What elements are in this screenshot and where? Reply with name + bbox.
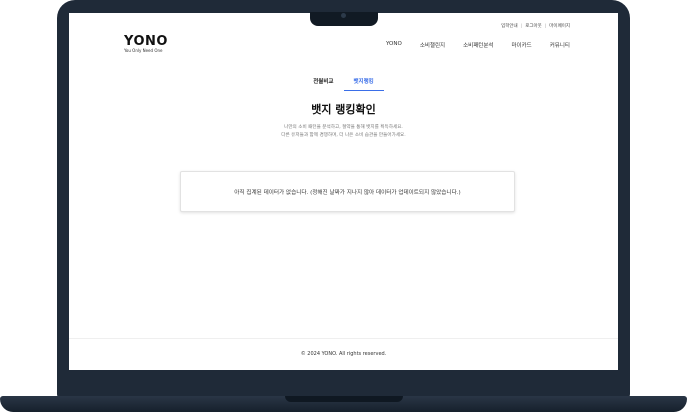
copyright-text: © 2024 YONO. All rights reserved. — [300, 351, 387, 357]
site-logo[interactable]: YONO You Only Need One — [124, 35, 168, 53]
page-footer: © 2024 YONO. All rights reserved. — [69, 338, 618, 370]
nav-item-mycard[interactable]: 마이카드 — [512, 41, 532, 49]
empty-state-card: 아직 집계된 데이터가 없습니다. (정해진 날짜가 지나지 않아 데이터가 업… — [180, 171, 515, 212]
nav-item-challenge[interactable]: 소비챌린지 — [420, 41, 445, 49]
nav-item-analysis[interactable]: 소비패턴분석 — [463, 41, 493, 49]
utility-links: 입학안내 | 로그아웃 | 마이페이지 — [501, 23, 570, 30]
tab-bar: 전월비교 뱃지랭킹 — [69, 75, 618, 91]
nav-item-yono[interactable]: YONO — [386, 41, 402, 49]
util-separator: | — [544, 23, 547, 29]
browser-screen: 입학안내 | 로그아웃 | 마이페이지 YONO You Only Need O… — [69, 13, 618, 370]
description-line: 다른 유저들과 함께 경쟁하며, 더 나은 소비 습관을 만들어가세요. — [281, 133, 406, 138]
tab-monthly-compare[interactable]: 전월비교 — [303, 75, 343, 91]
laptop-hinge-notch — [285, 396, 403, 402]
empty-state-message: 아직 집계된 데이터가 없습니다. (정해진 날짜가 지나지 않아 데이터가 업… — [234, 189, 461, 196]
nav-item-community[interactable]: 커뮤니티 — [550, 41, 570, 49]
util-link-mypage[interactable]: 마이페이지 — [549, 23, 570, 29]
util-separator: | — [520, 23, 523, 29]
util-link-logout[interactable]: 로그아웃 — [525, 23, 542, 29]
tab-badge-ranking[interactable]: 뱃지랭킹 — [343, 75, 384, 91]
description-line: 나만의 소비 패턴을 분석하고, 절약을 통해 뱃지를 획득하세요. — [284, 125, 403, 130]
page-title: 뱃지 랭킹확인 — [311, 103, 376, 116]
page-description: 나만의 소비 패턴을 분석하고, 절약을 통해 뱃지를 획득하세요. 다른 유저… — [69, 124, 618, 140]
logo-text: YONO — [124, 34, 168, 49]
util-link-admission[interactable]: 입학안내 — [501, 23, 518, 29]
main-nav: YONO 소비챌린지 소비패턴분석 마이카드 커뮤니티 — [386, 41, 570, 49]
camera-icon — [341, 13, 346, 18]
logo-tagline: You Only Need One — [124, 48, 163, 53]
